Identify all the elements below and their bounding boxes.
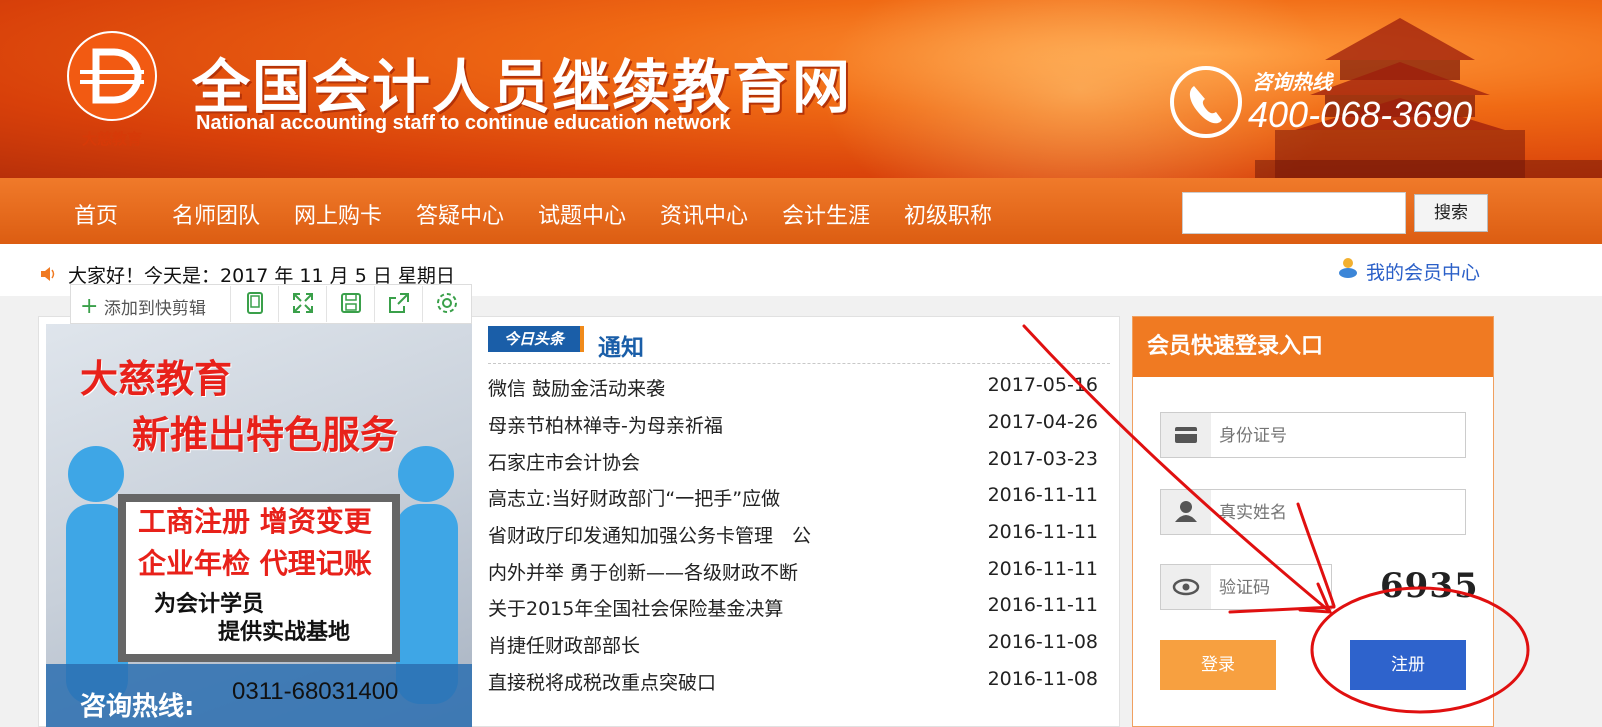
- news-item[interactable]: 高志立:当好财政部门“一把手”应做 2016-11-11: [488, 484, 1098, 520]
- captcha-field[interactable]: [1160, 564, 1332, 610]
- news-item[interactable]: 关于2015年全国社会保险基金决算 2016-11-11: [488, 594, 1098, 630]
- news-section-title[interactable]: 通知: [598, 328, 644, 362]
- news-item-title[interactable]: 高志立:当好财政部门“一把手”应做: [488, 484, 780, 511]
- promo-phone: 0311-68031400: [232, 678, 399, 705]
- news-item[interactable]: 肖捷任财政部部长 2016-11-08: [488, 631, 1098, 667]
- id-card-icon: [1161, 413, 1211, 457]
- news-item-date: 2016-11-11: [987, 594, 1098, 616]
- settings-icon[interactable]: [434, 290, 460, 316]
- user-icon: [1339, 258, 1357, 278]
- captcha-input[interactable]: [1217, 573, 1331, 603]
- news-item[interactable]: 微信 鼓励金活动来袭 2017-05-16: [488, 374, 1098, 410]
- news-item-date: 2016-11-08: [987, 668, 1098, 690]
- news-item-date: 2016-11-11: [987, 484, 1098, 506]
- expand-icon[interactable]: [290, 290, 316, 316]
- add-to-clip-label: 添加到快剪辑: [103, 299, 206, 319]
- nav-item-buy-card[interactable]: 网上购卡: [294, 198, 382, 230]
- site-subtitle: National accounting staff to continue ed…: [196, 112, 731, 134]
- plus-icon: +: [80, 294, 99, 319]
- real-name-input[interactable]: [1217, 498, 1461, 528]
- search-button[interactable]: 搜索: [1414, 194, 1488, 232]
- search-input[interactable]: [1182, 192, 1406, 234]
- news-item[interactable]: 直接税将成税改重点突破口 2016-11-08: [488, 668, 1098, 704]
- headline-badge: 今日头条: [488, 326, 584, 352]
- news-item-title[interactable]: 肖捷任财政部部长: [488, 631, 640, 658]
- promo-consult-label: 咨询热线:: [80, 692, 195, 722]
- news-divider: [488, 363, 1110, 364]
- news-item[interactable]: 石家庄市会计协会 2017-03-23: [488, 448, 1098, 484]
- news-item[interactable]: 省财政厅印发通知加强公务卡管理 公 2016-11-11: [488, 521, 1098, 557]
- promo-service-line-2: 企业年检 代理记账: [138, 547, 372, 580]
- real-name-field[interactable]: [1160, 489, 1466, 535]
- logo-icon: [67, 31, 157, 121]
- phone-icon: [1170, 66, 1242, 138]
- speaker-icon: [41, 267, 55, 281]
- news-item-title[interactable]: 内外并举 勇于创新——各级财政不断: [488, 558, 798, 585]
- news-item-title[interactable]: 母亲节柏林禅寺-为母亲祈福: [488, 411, 723, 438]
- hotline-number: 400-068-3690: [1248, 94, 1473, 135]
- news-item[interactable]: 内外并举 勇于创新——各级财政不断 2016-11-11: [488, 558, 1098, 594]
- eye-icon: [1161, 565, 1211, 609]
- news-item-title[interactable]: 石家庄市会计协会: [488, 448, 640, 475]
- nav-item-teachers[interactable]: 名师团队: [172, 198, 260, 230]
- phone-frame-icon[interactable]: [242, 290, 268, 316]
- news-item-date: 2016-11-11: [987, 521, 1098, 543]
- captcha-image[interactable]: 6935: [1380, 566, 1479, 606]
- save-icon[interactable]: [338, 290, 364, 316]
- add-to-clip-button[interactable]: + 添加到快剪辑: [80, 294, 206, 319]
- news-item-date: 2017-05-16: [987, 374, 1098, 396]
- share-icon[interactable]: [386, 290, 412, 316]
- news-item-title[interactable]: 直接税将成税改重点突破口: [488, 668, 716, 695]
- nav-item-news[interactable]: 资讯中心: [660, 198, 748, 230]
- logo-text: 大慈教育: [81, 130, 142, 148]
- news-item[interactable]: 母亲节柏林禅寺-为母亲祈福 2017-04-26: [488, 411, 1098, 447]
- news-item-date: 2017-03-23: [987, 448, 1098, 470]
- nav-item-junior-title[interactable]: 初级职称: [904, 198, 992, 230]
- login-button[interactable]: 登录: [1160, 640, 1276, 690]
- news-item-title[interactable]: 省财政厅印发通知加强公务卡管理 公: [488, 521, 811, 548]
- nav-item-exams[interactable]: 试题中心: [538, 198, 626, 230]
- login-panel-title: 会员快速登录入口: [1133, 317, 1493, 377]
- id-number-field[interactable]: [1160, 412, 1466, 458]
- register-button[interactable]: 注册: [1350, 640, 1466, 690]
- hotline-label: 咨询热线: [1252, 70, 1332, 94]
- news-item-date: 2016-11-08: [987, 631, 1098, 653]
- news-item-title[interactable]: 微信 鼓励金活动来袭: [488, 374, 665, 401]
- nav-item-home[interactable]: 首页: [74, 198, 118, 230]
- news-item-title[interactable]: 关于2015年全国社会保险基金决算: [488, 594, 783, 621]
- nav-item-career[interactable]: 会计生涯: [782, 198, 870, 230]
- promo-service-line-1: 工商注册 增资变更: [138, 505, 372, 538]
- promo-service-line-4: 提供实战基地: [218, 620, 351, 645]
- id-number-input[interactable]: [1217, 421, 1461, 451]
- member-center-link[interactable]: 我的会员中心: [1366, 258, 1480, 285]
- nav-item-qa[interactable]: 答疑中心: [416, 198, 504, 230]
- user-silhouette-icon: [1161, 490, 1211, 534]
- news-item-date: 2017-04-26: [987, 411, 1098, 433]
- promo-brand: 大慈教育: [80, 357, 233, 401]
- news-item-date: 2016-11-11: [987, 558, 1098, 580]
- promo-slogan: 新推出特色服务: [132, 413, 399, 457]
